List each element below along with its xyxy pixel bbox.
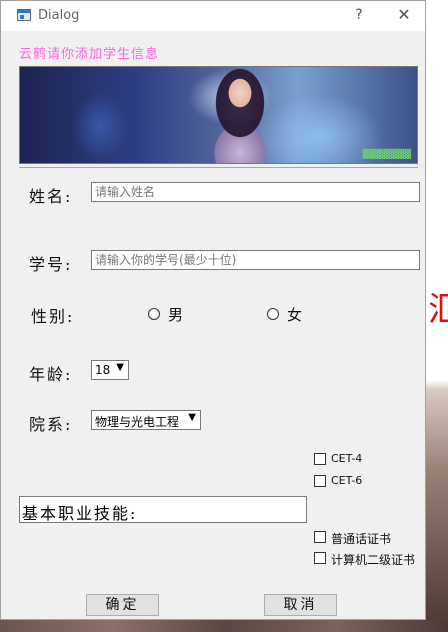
student-id-label: 学号: <box>29 255 73 274</box>
banner-watermark: ▓▓▓▓▓▓▓ <box>362 150 411 160</box>
mandarin-cert-label[interactable]: 普通话证书 <box>331 530 391 547</box>
chevron-down-icon: ▼ <box>116 362 124 373</box>
department-dropdown[interactable]: 物理与光电工程 ▼ <box>91 410 201 430</box>
banner-character-figure <box>200 67 280 163</box>
department-dropdown-value: 物理与光电工程 <box>95 415 180 429</box>
gender-male-label[interactable]: 男 <box>168 304 183 325</box>
cancel-button[interactable]: 取消 <box>264 594 337 616</box>
gender-label: 性别: <box>31 307 75 326</box>
banner-title: 云鹤请你添加学生信息 <box>19 47 160 62</box>
name-input[interactable] <box>91 182 420 202</box>
window-title: Dialog <box>38 8 80 23</box>
gender-male-radio[interactable] <box>148 308 160 320</box>
gender-female-label[interactable]: 女 <box>287 304 302 325</box>
computer-cert-checkbox[interactable] <box>314 552 326 564</box>
skills-field: 基本职业技能: <box>19 496 307 523</box>
computer-cert-label[interactable]: 计算机二级证书 <box>331 551 415 568</box>
chevron-down-icon: ▼ <box>188 412 196 423</box>
department-label: 院系: <box>29 415 73 434</box>
cet4-label[interactable]: CET-4 <box>331 452 362 465</box>
age-dropdown[interactable]: 18 ▼ <box>91 360 129 380</box>
cet4-checkbox[interactable] <box>314 453 326 465</box>
age-dropdown-value: 18 <box>95 363 111 377</box>
desktop-background-bottom <box>0 620 448 632</box>
banner-image: ▓▓▓▓▓▓▓ <box>19 66 418 164</box>
age-label: 年龄: <box>29 365 73 384</box>
banner-separator <box>19 167 418 168</box>
close-button[interactable]: ✕ <box>394 5 414 25</box>
help-button[interactable]: ? <box>349 5 369 25</box>
mandarin-cert-checkbox[interactable] <box>314 531 326 543</box>
cet6-label[interactable]: CET-6 <box>331 474 362 487</box>
cet6-checkbox[interactable] <box>314 475 326 487</box>
window-app-icon <box>17 9 31 21</box>
skills-label: 基本职业技能: <box>22 504 138 523</box>
dialog-window: Dialog ? ✕ 云鹤请你添加学生信息 ▓▓▓▓▓▓▓ 姓名: 学号: 性别… <box>0 0 426 620</box>
ok-button[interactable]: 确定 <box>86 594 159 616</box>
title-bar[interactable]: Dialog ? ✕ <box>1 1 425 31</box>
name-label: 姓名: <box>29 187 73 206</box>
gender-female-radio[interactable] <box>267 308 279 320</box>
student-id-input[interactable] <box>91 250 420 270</box>
desktop-background-text: 汇 <box>428 290 448 330</box>
